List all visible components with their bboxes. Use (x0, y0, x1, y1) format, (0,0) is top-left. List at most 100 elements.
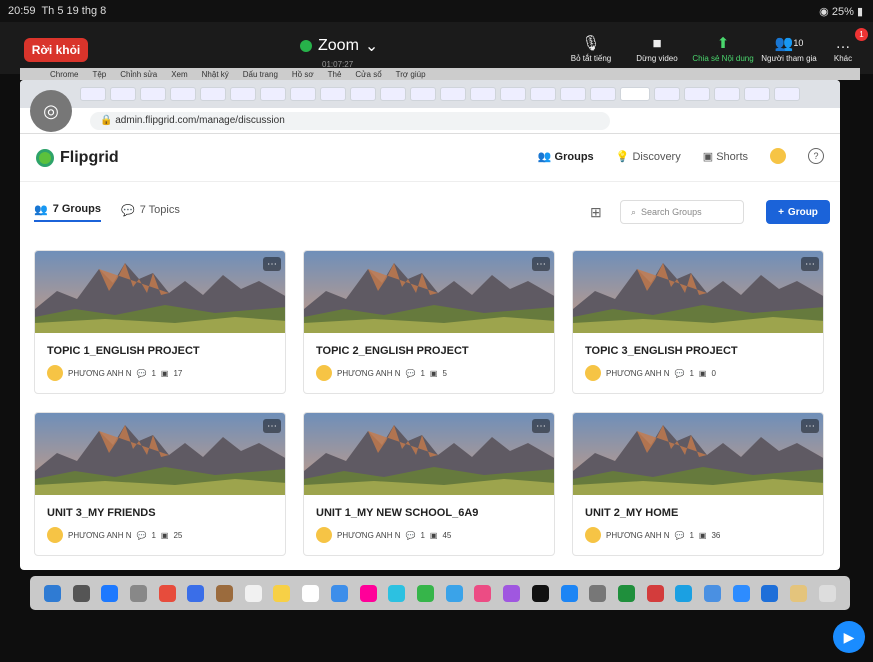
active-browser-tab[interactable] (620, 87, 650, 101)
app-icon[interactable] (445, 584, 463, 602)
calendar-icon[interactable] (244, 584, 262, 602)
browser-tab[interactable] (410, 87, 436, 101)
browser-tab[interactable] (230, 87, 256, 101)
topic-icon: 💬 (136, 368, 147, 378)
more-button[interactable]: … 1 Khác (818, 28, 868, 63)
browser-tab[interactable] (470, 87, 496, 101)
skype-icon[interactable] (675, 584, 693, 602)
flipgrid-header: Flipgrid 👥 Groups 💡 Discovery ▣ Shorts ? (20, 134, 840, 182)
menu-item[interactable]: Chrome (50, 70, 78, 79)
menu-item[interactable]: Thẻ (328, 70, 342, 79)
participant-count: 10 (793, 38, 804, 48)
browser-tab[interactable] (684, 87, 710, 101)
add-group-button[interactable]: + Group (766, 200, 830, 224)
more-options-icon[interactable]: ⋯ (532, 419, 550, 433)
browser-tab[interactable] (560, 87, 586, 101)
browser-tab[interactable] (654, 87, 680, 101)
tab-topics[interactable]: 💬 7 Topics (121, 204, 180, 221)
flipgrid-logo[interactable]: Flipgrid (36, 148, 119, 167)
group-owner: PHƯƠNG ANH N (337, 530, 401, 540)
app-icon[interactable] (388, 584, 406, 602)
zalo-icon[interactable] (704, 584, 722, 602)
browser-tab[interactable] (170, 87, 196, 101)
menu-item[interactable]: Dấu trang (243, 70, 278, 79)
browser-tab[interactable] (110, 87, 136, 101)
help-icon[interactable]: ? (808, 148, 824, 164)
browser-tab[interactable] (590, 87, 616, 101)
stop-video-button[interactable]: ■ Dừng video (626, 32, 688, 64)
menu-item[interactable]: Chỉnh sửa (120, 70, 157, 79)
group-card[interactable]: ⋯ UNIT 2_MY HOME PHƯƠNG ANH N 💬 1 ▣ 36 (572, 412, 824, 556)
rocket-icon[interactable] (129, 584, 147, 602)
zoom-title[interactable]: Zoom ⌄ (300, 36, 378, 56)
group-card[interactable]: ⋯ UNIT 1_MY NEW SCHOOL_6A9 PHƯƠNG ANH N 💬 1 ▣… (303, 412, 555, 556)
menu-item[interactable]: Nhật ký (202, 70, 229, 79)
more-options-icon[interactable]: ⋯ (801, 257, 819, 271)
notes-icon[interactable] (273, 584, 291, 602)
browser-tab[interactable] (140, 87, 166, 101)
more-options-icon[interactable]: ⋯ (263, 419, 281, 433)
podcasts-icon[interactable] (503, 584, 521, 602)
browser-tab[interactable] (260, 87, 286, 101)
participants-button[interactable]: 👥 10 Người tham gia (758, 32, 820, 63)
launchpad-icon[interactable] (72, 584, 90, 602)
browser-tab[interactable] (774, 87, 800, 101)
more-options-icon[interactable]: ⋯ (801, 419, 819, 433)
more-options-icon[interactable]: ⋯ (263, 257, 281, 271)
menu-item[interactable]: Xem (171, 70, 187, 79)
app-store-icon[interactable] (560, 584, 578, 602)
trash-icon[interactable] (818, 584, 836, 602)
camera-button[interactable]: ◎ (30, 90, 72, 132)
mute-button[interactable]: 🎙 Bỏ tắt tiếng (560, 32, 622, 63)
floating-video-button[interactable]: ▶ (833, 621, 865, 653)
safari-icon[interactable] (101, 584, 119, 602)
nav-discovery[interactable]: 💡 Discovery (616, 150, 681, 163)
messages-icon[interactable] (416, 584, 434, 602)
share-content-button[interactable]: ⬆ Chia sẻ Nội dung (692, 32, 754, 63)
browser-tab[interactable] (500, 87, 526, 101)
address-bar[interactable]: 🔒 admin.flipgrid.com/manage/discussion (90, 111, 610, 130)
chrome-icon[interactable] (158, 584, 176, 602)
photos-icon[interactable] (359, 584, 377, 602)
browser-tab[interactable] (80, 87, 106, 101)
browser-tab[interactable] (530, 87, 556, 101)
app-icon[interactable] (302, 584, 320, 602)
app-icon[interactable] (761, 584, 779, 602)
nav-groups[interactable]: 👥 Groups (538, 150, 594, 163)
group-card[interactable]: ⋯ UNIT 3_MY FRIENDS PHƯƠNG ANH N 💬 1 ▣ 25 (34, 412, 286, 556)
folder-icon[interactable] (790, 584, 808, 602)
browser-tab[interactable] (290, 87, 316, 101)
tv-icon[interactable] (531, 584, 549, 602)
excel-icon[interactable] (617, 584, 635, 602)
more-options-icon[interactable]: ⋯ (532, 257, 550, 271)
browser-tab[interactable] (350, 87, 376, 101)
browser-tab[interactable] (744, 87, 770, 101)
browser-tab[interactable] (200, 87, 226, 101)
settings-icon[interactable] (589, 584, 607, 602)
music-icon[interactable] (474, 584, 492, 602)
browser-tab[interactable] (714, 87, 740, 101)
app-icon[interactable] (330, 584, 348, 602)
menu-item[interactable]: Cửa sổ (355, 70, 381, 79)
browser-tab[interactable] (380, 87, 406, 101)
search-groups-input[interactable]: ⌕ Search Groups (620, 200, 744, 224)
group-card[interactable]: ⋯ TOPIC 2_ENGLISH PROJECT PHƯƠNG ANH N 💬 1 ▣ 5 (303, 250, 555, 394)
powerpoint-icon[interactable] (646, 584, 664, 602)
browser-tab[interactable] (440, 87, 466, 101)
group-card[interactable]: ⋯ TOPIC 3_ENGLISH PROJECT PHƯƠNG ANH N 💬 1 ▣ 0 (572, 250, 824, 394)
grid-view-icon[interactable]: ⊞ (590, 204, 602, 221)
app-icon[interactable] (187, 584, 205, 602)
browser-tab[interactable] (320, 87, 346, 101)
leave-meeting-button[interactable]: Rời khỏi (24, 38, 88, 62)
nav-shorts[interactable]: ▣ Shorts (703, 150, 748, 163)
app-icon[interactable] (216, 584, 234, 602)
avatar-icon[interactable] (770, 148, 786, 164)
menu-item[interactable]: Trợ giúp (396, 70, 426, 79)
tab-groups[interactable]: 👥 7 Groups (34, 203, 101, 222)
zoom-icon[interactable] (732, 584, 750, 602)
menu-item[interactable]: Hồ sơ (292, 70, 314, 79)
menu-item[interactable]: Tệp (92, 70, 106, 79)
group-card[interactable]: ⋯ TOPIC 1_ENGLISH PROJECT PHƯƠNG ANH N 💬 1 ▣ 1… (34, 250, 286, 394)
video-icon: ■ (652, 34, 662, 52)
finder-icon[interactable] (43, 584, 61, 602)
